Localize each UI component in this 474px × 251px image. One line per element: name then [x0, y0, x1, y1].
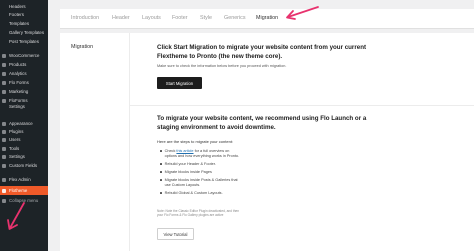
- settings-icon: [2, 154, 6, 159]
- article-link[interactable]: this article: [176, 149, 193, 153]
- sidebar-item-label: Flo Forms: [9, 80, 29, 85]
- sidebar-item-analytics[interactable]: Analytics: [0, 70, 48, 77]
- migration-note: Make sure to check the information below…: [157, 64, 287, 68]
- plugins-icon: [2, 129, 6, 134]
- gallery-templates-icon: [2, 31, 6, 35]
- sidebar-item-label: WooCommerce: [9, 53, 40, 58]
- tab-layouts[interactable]: Layouts: [142, 15, 161, 21]
- sidebar-item-label: Settings: [9, 154, 25, 159]
- tab-header[interactable]: Header: [112, 15, 130, 21]
- templates-icon: [2, 22, 6, 26]
- migration-heading: Click Start Migration to migrate your we…: [157, 44, 367, 60]
- sidebar-item-users[interactable]: Users: [0, 136, 48, 143]
- sidebar-item-label: Flotheme: [9, 188, 28, 193]
- sidebar-item-marketing[interactable]: Marketing: [0, 88, 48, 95]
- settings-tabs: Introduction Header Layouts Footer Style…: [60, 9, 474, 29]
- floforms-icon: [2, 98, 6, 103]
- sidebar-item-label: Footers: [9, 12, 24, 17]
- sidebar-item-woocommerce[interactable]: WooCommerce: [0, 52, 48, 59]
- sidebar-item-products[interactable]: Products: [0, 61, 48, 68]
- marketing-icon: [2, 89, 6, 94]
- woocommerce-icon: [2, 53, 6, 58]
- appearance-icon: [2, 121, 6, 126]
- sidebar-item-flotheme[interactable]: Flotheme: [0, 186, 48, 195]
- settings-icon: [2, 105, 6, 109]
- sidebar-item-templates[interactable]: Templates: [0, 20, 48, 27]
- tab-footer[interactable]: Footer: [172, 15, 188, 21]
- flo-forms-icon: [2, 80, 6, 85]
- sidebar-item-label: Appearance: [9, 121, 33, 126]
- sidebar-item-tools[interactable]: Tools: [0, 145, 48, 152]
- sidebar-item-post-templates[interactable]: Post Templates: [0, 38, 48, 45]
- sidebar-item-label: Custom Fields: [9, 163, 38, 168]
- start-migration-button[interactable]: Start Migration: [157, 77, 202, 89]
- analytics-icon: [2, 71, 6, 76]
- sidebar-item-headers[interactable]: Headers: [0, 3, 48, 10]
- sidebar-item-label: Settings: [9, 104, 25, 109]
- list-item: use Custom Layouts.: [164, 183, 201, 187]
- tab-introduction[interactable]: Introduction: [71, 15, 99, 21]
- sidebar-item-settings[interactable]: Settings: [0, 153, 48, 160]
- section-sidebar: Migration: [60, 33, 130, 251]
- guide-heading: To migrate your website content, we reco…: [157, 115, 367, 131]
- list-item: Rebuild Global & Custom Layouts.: [160, 191, 223, 196]
- footers-icon: [2, 13, 6, 17]
- tools-icon: [2, 146, 6, 151]
- sidebar-item-label: Marketing: [9, 89, 29, 94]
- steps-intro: Here are the steps to migrate your conte…: [157, 139, 234, 144]
- sidebar-item-footers[interactable]: Footers: [0, 11, 48, 18]
- annotation-arrow-bottom: [7, 202, 25, 230]
- flex-admin-icon: [2, 177, 6, 182]
- headers-icon: [2, 5, 6, 9]
- sidebar-item-label: Plugins: [9, 129, 24, 134]
- sidebar-item-flo-forms[interactable]: Flo Forms: [0, 79, 48, 86]
- annotation-arrow-top: [286, 6, 319, 20]
- sidebar-item-appearance[interactable]: Appearance: [0, 120, 48, 127]
- sidebar-item-label: Users: [9, 137, 21, 142]
- sidebar-item-label: Flex Admin: [9, 177, 31, 182]
- custom-fields-icon: [2, 163, 6, 168]
- sidebar-item-label: Products: [9, 62, 27, 67]
- list-item: Rebuild your Header & Footer.: [160, 162, 216, 167]
- sidebar-item-flex-admin[interactable]: Flex Admin: [0, 176, 48, 183]
- sidebar-item-label: Analytics: [9, 71, 27, 76]
- list-item: options and how everything works in Pron…: [164, 154, 240, 158]
- tab-generics[interactable]: Generics: [224, 15, 246, 21]
- sidebar-item-plugins[interactable]: Plugins: [0, 128, 48, 135]
- sidebar-item-custom-fields[interactable]: Custom Fields: [0, 162, 48, 169]
- post-templates-icon: [2, 40, 6, 44]
- sidebar-item-label: Tools: [9, 146, 20, 151]
- sidebar-item-settings[interactable]: Settings: [0, 103, 48, 110]
- tab-style[interactable]: Style: [200, 15, 212, 21]
- sidebar-item-label: Gallery Templates: [9, 30, 45, 35]
- users-icon: [2, 137, 6, 142]
- sidebar-item-label: Templates: [9, 21, 30, 26]
- list-item: Migrate blocks inside Pages: [160, 170, 212, 175]
- sidebar-item-gallery-templates[interactable]: Gallery Templates: [0, 29, 48, 36]
- products-icon: [2, 62, 6, 67]
- section-divider: [130, 105, 474, 106]
- sidebar-item-label: Headers: [9, 4, 26, 9]
- tab-migration[interactable]: Migration: [256, 15, 278, 21]
- view-tutorial-button[interactable]: View Tutorial: [157, 228, 194, 240]
- flotheme-icon: [2, 188, 6, 193]
- footnote-line-2: your Flo Forms & Flo Gallery plugins are…: [157, 213, 224, 217]
- section-title: Migration: [71, 44, 94, 50]
- sidebar-item-label: Post Templates: [9, 39, 39, 44]
- migration-panel: Migration Click Start Migration to migra…: [60, 33, 474, 251]
